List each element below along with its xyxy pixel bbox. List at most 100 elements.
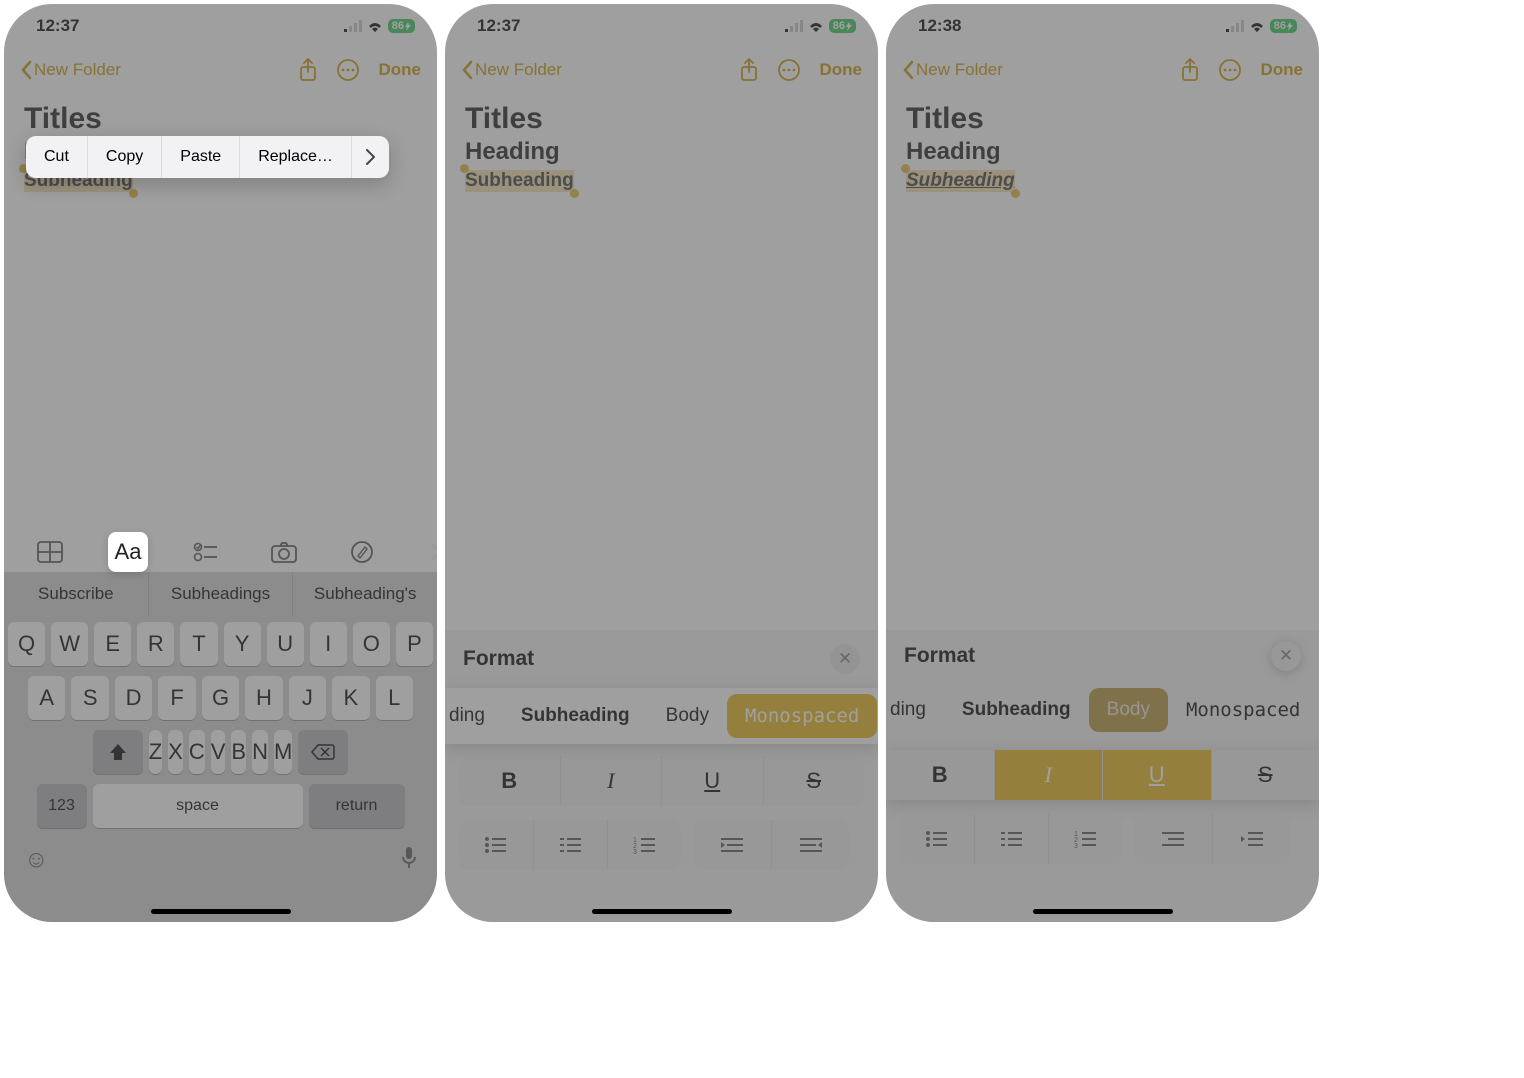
more-icon[interactable]	[333, 55, 363, 85]
close-toolbar-icon[interactable]	[420, 532, 437, 572]
return-key[interactable]: return	[309, 784, 405, 828]
key-w[interactable]: W	[51, 622, 88, 666]
more-icon[interactable]	[774, 55, 804, 85]
style-body[interactable]: Body	[648, 694, 727, 738]
bullet-list-icon[interactable]	[900, 814, 974, 864]
home-indicator[interactable]	[151, 909, 291, 914]
key-y[interactable]: Y	[224, 622, 261, 666]
key-d[interactable]: D	[115, 676, 152, 720]
outdent-icon[interactable]	[693, 820, 771, 870]
home-indicator[interactable]	[592, 909, 732, 914]
numbers-key[interactable]: 123	[37, 784, 87, 828]
key-m[interactable]: M	[274, 730, 292, 774]
ctx-more-icon[interactable]	[352, 136, 389, 178]
number-list-icon[interactable]: 123	[607, 820, 681, 870]
style-row[interactable]: ding Subheading Body Monospaced	[445, 688, 878, 744]
markup-icon[interactable]	[342, 532, 382, 572]
format-close-button[interactable]: ✕	[1271, 641, 1301, 671]
note-title[interactable]: Titles	[465, 102, 858, 136]
selection-handle-end[interactable]	[129, 189, 138, 198]
key-f[interactable]: F	[158, 676, 195, 720]
selection-handle-end[interactable]	[1011, 189, 1020, 198]
sugg-2[interactable]: Subheadings	[149, 572, 294, 616]
indent-icon[interactable]	[1212, 814, 1290, 864]
note-title[interactable]: Titles	[24, 102, 417, 136]
bold-button[interactable]: B	[459, 756, 560, 806]
key-v[interactable]: V	[211, 730, 226, 774]
ctx-replace[interactable]: Replace…	[240, 136, 352, 178]
share-icon[interactable]	[293, 55, 323, 85]
key-c[interactable]: C	[189, 730, 205, 774]
dictation-key[interactable]	[401, 846, 417, 874]
selection-handle-start[interactable]	[901, 164, 910, 173]
underline-button[interactable]: U	[661, 756, 763, 806]
style-fragment[interactable]: ding	[886, 688, 944, 732]
sugg-1[interactable]: Subscribe	[4, 572, 149, 616]
strike-button[interactable]: S	[1211, 750, 1320, 800]
home-indicator[interactable]	[1033, 909, 1173, 914]
ctx-cut[interactable]: Cut	[26, 136, 88, 178]
note-heading[interactable]: Heading	[465, 138, 858, 166]
note-title[interactable]: Titles	[906, 102, 1299, 136]
italic-button[interactable]: I	[560, 756, 662, 806]
format-aa-button[interactable]: Aa	[108, 532, 148, 572]
style-monospaced[interactable]: Monospaced	[1168, 688, 1318, 732]
key-t[interactable]: T	[180, 622, 217, 666]
note-subheading[interactable]: Subheading	[465, 170, 574, 192]
key-g[interactable]: G	[202, 676, 239, 720]
style-row[interactable]: ding Subheading Body Monospaced	[886, 682, 1319, 738]
table-icon[interactable]	[30, 532, 70, 572]
style-subheading[interactable]: Subheading	[944, 688, 1089, 732]
key-h[interactable]: H	[245, 676, 282, 720]
shift-key[interactable]	[93, 730, 143, 774]
key-o[interactable]: O	[353, 622, 390, 666]
selection-handle-start[interactable]	[460, 164, 469, 173]
key-p[interactable]: P	[396, 622, 433, 666]
note-heading[interactable]: Heading	[906, 138, 1299, 166]
emoji-key[interactable]: ☺	[24, 846, 49, 874]
sugg-3[interactable]: Subheading's	[293, 572, 437, 616]
key-u[interactable]: U	[267, 622, 304, 666]
ctx-paste[interactable]: Paste	[162, 136, 240, 178]
number-list-icon[interactable]: 123	[1048, 814, 1122, 864]
key-r[interactable]: R	[137, 622, 174, 666]
camera-icon[interactable]	[264, 532, 304, 572]
selection-handle-end[interactable]	[570, 189, 579, 198]
format-close-button[interactable]: ✕	[830, 644, 860, 674]
style-subheading[interactable]: Subheading	[503, 694, 648, 738]
key-z[interactable]: Z	[149, 730, 162, 774]
key-b[interactable]: B	[231, 730, 246, 774]
key-i[interactable]: I	[310, 622, 347, 666]
backspace-key[interactable]	[298, 730, 348, 774]
share-icon[interactable]	[1175, 55, 1205, 85]
checklist-icon[interactable]	[186, 532, 226, 572]
key-j[interactable]: J	[289, 676, 326, 720]
key-x[interactable]: X	[168, 730, 183, 774]
back-button[interactable]: New Folder	[461, 60, 562, 80]
style-fragment[interactable]: ding	[445, 694, 503, 738]
back-button[interactable]: New Folder	[902, 60, 1003, 80]
key-q[interactable]: Q	[8, 622, 45, 666]
bold-button[interactable]: B	[886, 750, 994, 800]
key-s[interactable]: S	[71, 676, 108, 720]
dash-list-icon[interactable]	[974, 814, 1048, 864]
key-l[interactable]: L	[376, 676, 413, 720]
more-icon[interactable]	[1215, 55, 1245, 85]
back-button[interactable]: New Folder	[20, 60, 121, 80]
indent-icon[interactable]	[771, 820, 849, 870]
key-a[interactable]: A	[28, 676, 65, 720]
done-button[interactable]: Done	[820, 60, 863, 80]
space-key[interactable]: space	[93, 784, 303, 828]
done-button[interactable]: Done	[1261, 60, 1304, 80]
ctx-copy[interactable]: Copy	[88, 136, 162, 178]
key-n[interactable]: N	[252, 730, 268, 774]
outdent-icon[interactable]	[1134, 814, 1212, 864]
share-icon[interactable]	[734, 55, 764, 85]
done-button[interactable]: Done	[379, 60, 422, 80]
underline-button[interactable]: U	[1102, 750, 1211, 800]
dash-list-icon[interactable]	[533, 820, 607, 870]
italic-button[interactable]: I	[994, 750, 1103, 800]
key-e[interactable]: E	[94, 622, 131, 666]
style-monospaced[interactable]: Monospaced	[727, 694, 877, 738]
bullet-list-icon[interactable]	[459, 820, 533, 870]
